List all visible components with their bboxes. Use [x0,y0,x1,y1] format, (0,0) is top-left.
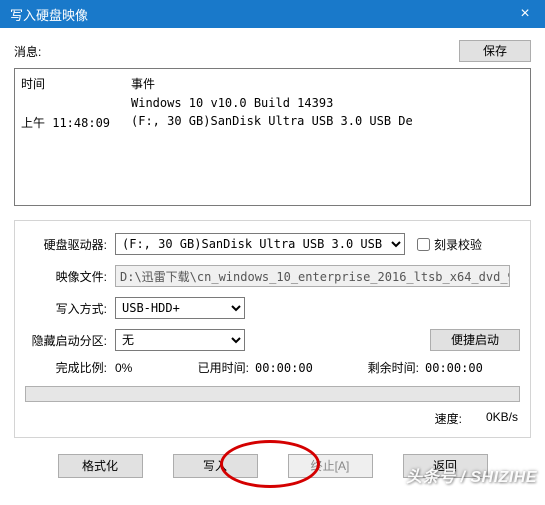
write-mode-select[interactable]: USB-HDD+ [115,297,245,319]
status-row: 完成比例: 0% 已用时间: 00:00:00 剩余时间: 00:00:00 [25,359,520,376]
close-icon: × [520,5,529,23]
message-row: 消息: 保存 [14,40,531,62]
save-button[interactable]: 保存 [459,40,531,62]
elapsed-value: 00:00:00 [255,361,335,375]
speed-label: 速度: [435,410,462,427]
abort-button[interactable]: 终止[A] [288,454,373,478]
drive-row: 硬盘驱动器: (F:, 30 GB)SanDisk Ultra USB 3.0 … [25,233,520,255]
hidden-boot-select[interactable]: 无 [115,329,245,351]
drive-select[interactable]: (F:, 30 GB)SanDisk Ultra USB 3.0 USB De [115,233,405,255]
burn-verify-label: 刻录校验 [434,236,482,253]
back-button[interactable]: 返回 [403,454,488,478]
write-button[interactable]: 写入 [173,454,258,478]
close-button[interactable]: × [505,0,545,28]
format-button[interactable]: 格式化 [58,454,143,478]
log-time: 上午 11:48:09 [21,112,131,133]
burn-verify-checkbox[interactable] [417,238,430,251]
log-time [21,94,131,112]
title-bar: 写入硬盘映像 × [0,0,545,28]
message-label: 消息: [14,43,41,60]
log-event: (F:, 30 GB)SanDisk Ultra USB 3.0 USB De [131,112,419,133]
progress-bar [25,386,520,402]
complete-label: 完成比例: [25,359,115,376]
log-box[interactable]: 时间 事件 Windows 10 v10.0 Build 14393 上午 11… [14,68,531,206]
hidden-boot-row: 隐藏启动分区: 无 便捷启动 [25,329,520,351]
log-col-time: 时间 [21,73,131,94]
log-event: Windows 10 v10.0 Build 14393 [131,94,419,112]
log-col-event: 事件 [131,73,419,94]
hidden-boot-label: 隐藏启动分区: [25,332,115,349]
log-table: 时间 事件 Windows 10 v10.0 Build 14393 上午 11… [21,73,419,133]
settings-group: 硬盘驱动器: (F:, 30 GB)SanDisk Ultra USB 3.0 … [14,220,531,438]
bottom-button-row: 格式化 写入 终止[A] 返回 [14,454,531,478]
remain-value: 00:00:00 [425,361,505,375]
log-row: 上午 11:48:09 (F:, 30 GB)SanDisk Ultra USB… [21,112,419,133]
image-label: 映像文件: [25,268,115,285]
content-area: 消息: 保存 时间 事件 Windows 10 v10.0 Build 1439… [0,28,545,488]
burn-verify-wrap[interactable]: 刻录校验 [417,236,482,253]
elapsed-label: 已用时间: [185,359,255,376]
speed-value: 0KB/s [486,410,518,427]
write-mode-row: 写入方式: USB-HDD+ [25,297,520,319]
complete-value: 0% [115,361,185,375]
portable-boot-button[interactable]: 便捷启动 [430,329,520,351]
image-path-field: D:\迅雷下载\cn_windows_10_enterprise_2016_lt… [115,265,510,287]
window-title: 写入硬盘映像 [10,5,88,24]
remain-label: 剩余时间: [335,359,425,376]
drive-label: 硬盘驱动器: [25,236,115,253]
image-row: 映像文件: D:\迅雷下载\cn_windows_10_enterprise_2… [25,265,520,287]
log-row: Windows 10 v10.0 Build 14393 [21,94,419,112]
write-mode-label: 写入方式: [25,300,115,317]
speed-row: 速度: 0KB/s [25,410,520,427]
